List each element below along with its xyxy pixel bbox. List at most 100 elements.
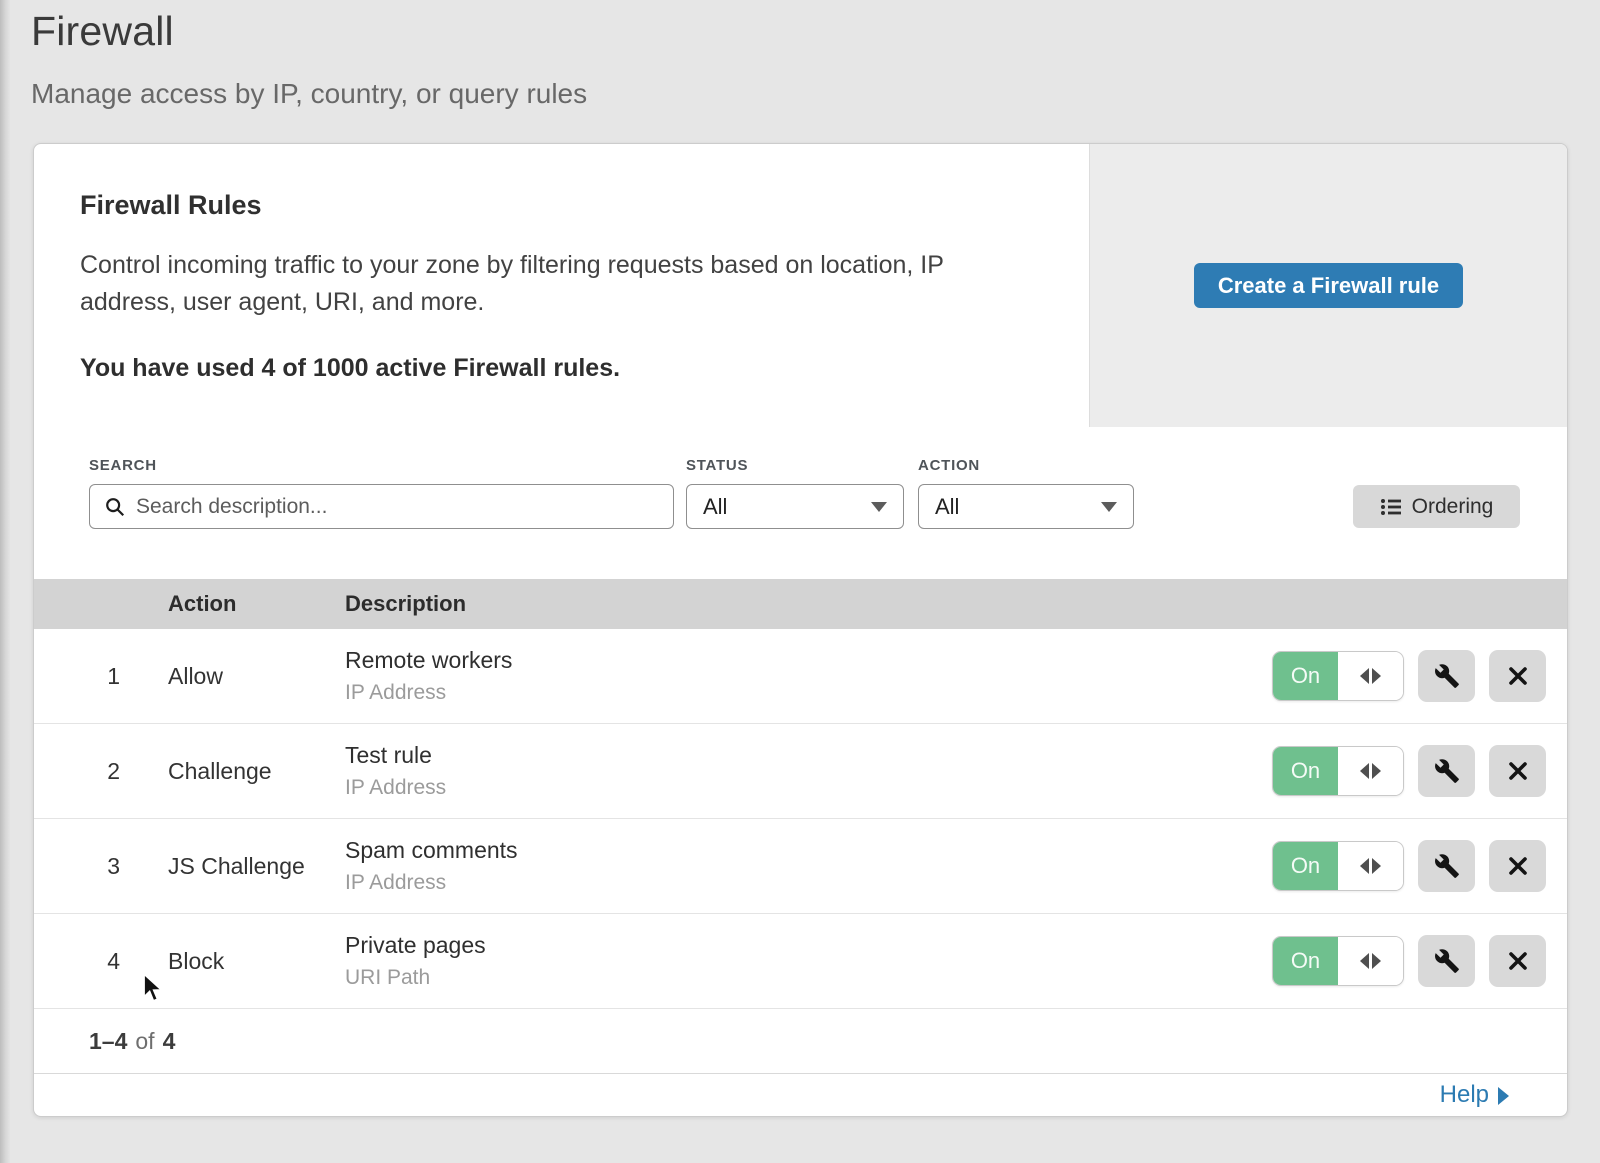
wrench-icon	[1434, 948, 1460, 974]
rule-enabled-toggle[interactable]: On	[1272, 936, 1404, 986]
rule-description: Remote workers	[345, 647, 1272, 674]
description-column-header: Description	[345, 591, 1567, 617]
x-icon	[1506, 854, 1530, 878]
status-label: STATUS	[686, 457, 904, 474]
edit-rule-button[interactable]	[1418, 745, 1475, 797]
delete-rule-button[interactable]	[1489, 745, 1546, 797]
arrow-left-icon	[1360, 668, 1369, 684]
section-description: Control incoming traffic to your zone by…	[80, 247, 1030, 321]
toggle-handle[interactable]	[1338, 652, 1403, 700]
arrow-left-icon	[1360, 953, 1369, 969]
firewall-rules-card: Firewall Rules Control incoming traffic …	[33, 143, 1568, 1117]
action-label: ACTION	[918, 457, 1134, 474]
wrench-icon	[1434, 853, 1460, 879]
list-icon	[1380, 496, 1402, 518]
rule-action: JS Challenge	[168, 853, 345, 880]
pagination-total: 4	[163, 1028, 176, 1055]
rule-priority: 4	[34, 948, 168, 975]
cta-panel: Create a Firewall rule	[1089, 144, 1567, 427]
card-footer: Help	[34, 1073, 1567, 1116]
delete-rule-button[interactable]	[1489, 840, 1546, 892]
action-filter: ACTION All	[918, 457, 1134, 529]
ordering-button[interactable]: Ordering	[1353, 485, 1520, 528]
toggle-handle[interactable]	[1338, 937, 1403, 985]
status-filter: STATUS All	[686, 457, 904, 529]
rule-description: Private pages	[345, 932, 1272, 959]
create-firewall-rule-button[interactable]: Create a Firewall rule	[1194, 263, 1463, 308]
arrow-left-icon	[1360, 763, 1369, 779]
filters-bar: SEARCH STATUS All ACTION All	[34, 427, 1567, 579]
rule-priority: 1	[34, 663, 168, 690]
toggle-on-label: On	[1273, 747, 1338, 795]
arrow-right-icon	[1372, 668, 1381, 684]
toggle-on-label: On	[1273, 842, 1338, 890]
rule-action: Allow	[168, 663, 345, 690]
rule-description: Spam comments	[345, 837, 1272, 864]
chevron-down-icon	[1101, 502, 1117, 512]
table-header: Action Description	[34, 579, 1567, 629]
delete-rule-button[interactable]	[1489, 935, 1546, 987]
ordering-button-label: Ordering	[1412, 495, 1494, 519]
search-input[interactable]	[136, 495, 659, 519]
search-label: SEARCH	[89, 457, 674, 474]
rule-match-field: IP Address	[345, 681, 1272, 705]
card-top-section: Firewall Rules Control incoming traffic …	[34, 144, 1567, 427]
arrow-left-icon	[1360, 858, 1369, 874]
caret-right-icon	[1498, 1087, 1509, 1105]
action-select[interactable]: All	[918, 484, 1134, 529]
page-subtitle: Manage access by IP, country, or query r…	[31, 78, 587, 110]
rule-match-field: IP Address	[345, 871, 1272, 895]
search-input-box	[89, 484, 674, 529]
rule-controls: On	[1272, 650, 1567, 702]
rule-enabled-toggle[interactable]: On	[1272, 841, 1404, 891]
arrow-right-icon	[1372, 858, 1381, 874]
rule-priority: 2	[34, 758, 168, 785]
delete-rule-button[interactable]	[1489, 650, 1546, 702]
rule-controls: On	[1272, 935, 1567, 987]
status-selected-value: All	[703, 494, 727, 520]
rule-enabled-toggle[interactable]: On	[1272, 746, 1404, 796]
toggle-on-label: On	[1273, 652, 1338, 700]
pagination-of-label: of	[135, 1028, 154, 1055]
table-row: 4 Block Private pages URI Path On	[34, 914, 1567, 1009]
status-select[interactable]: All	[686, 484, 904, 529]
wrench-icon	[1434, 758, 1460, 784]
page-title: Firewall	[31, 8, 174, 55]
action-column-header: Action	[168, 591, 345, 617]
toggle-on-label: On	[1273, 937, 1338, 985]
table-row: 1 Allow Remote workers IP Address On	[34, 629, 1567, 724]
rule-enabled-toggle[interactable]: On	[1272, 651, 1404, 701]
arrow-right-icon	[1372, 763, 1381, 779]
table-row: 3 JS Challenge Spam comments IP Address …	[34, 819, 1567, 914]
pagination-range: 1–4	[89, 1028, 127, 1055]
intro-section: Firewall Rules Control incoming traffic …	[34, 144, 1089, 427]
help-link[interactable]: Help	[1440, 1081, 1509, 1109]
section-title: Firewall Rules	[80, 190, 1049, 221]
search-icon	[104, 496, 126, 518]
usage-summary: You have used 4 of 1000 active Firewall …	[80, 354, 1049, 383]
pagination: 1–4 of 4	[34, 1009, 1567, 1073]
help-link-label: Help	[1440, 1081, 1489, 1109]
wrench-icon	[1434, 663, 1460, 689]
rule-match-field: IP Address	[345, 776, 1272, 800]
rule-action: Block	[168, 948, 345, 975]
window-left-edge	[0, 0, 10, 1163]
toggle-handle[interactable]	[1338, 842, 1403, 890]
edit-rule-button[interactable]	[1418, 935, 1475, 987]
x-icon	[1506, 759, 1530, 783]
chevron-down-icon	[871, 502, 887, 512]
rule-priority: 3	[34, 853, 168, 880]
edit-rule-button[interactable]	[1418, 650, 1475, 702]
rule-match-field: URI Path	[345, 966, 1272, 990]
x-icon	[1506, 664, 1530, 688]
arrow-right-icon	[1372, 953, 1381, 969]
x-icon	[1506, 949, 1530, 973]
rule-controls: On	[1272, 840, 1567, 892]
action-selected-value: All	[935, 494, 959, 520]
rule-controls: On	[1272, 745, 1567, 797]
table-row: 2 Challenge Test rule IP Address On	[34, 724, 1567, 819]
toggle-handle[interactable]	[1338, 747, 1403, 795]
search-filter: SEARCH	[89, 457, 674, 529]
edit-rule-button[interactable]	[1418, 840, 1475, 892]
rule-action: Challenge	[168, 758, 345, 785]
